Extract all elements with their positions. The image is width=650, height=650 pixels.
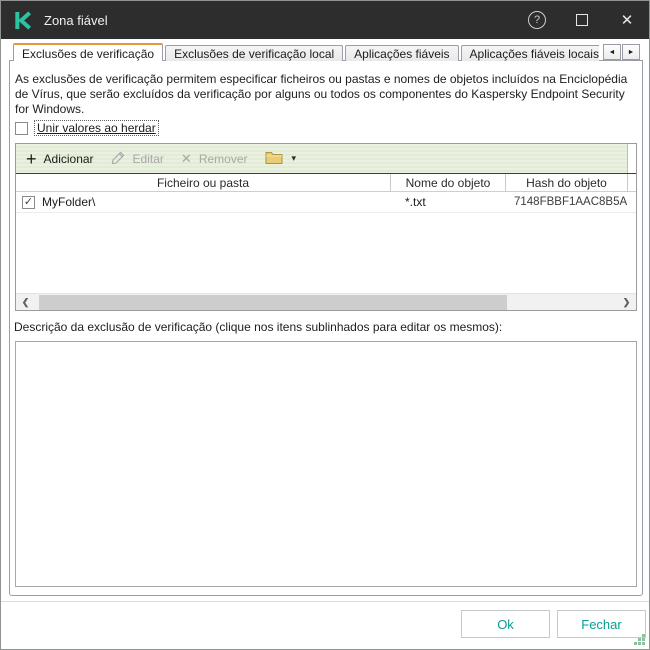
tab-exclusoes-de-verificacao[interactable]: Exclusões de verificação [13, 43, 163, 61]
inherit-values-row: Unir valores ao herdar [15, 120, 159, 136]
object-hash-cell: 7148FBBF1AAC8B5A... [506, 196, 628, 208]
plus-icon: + [26, 152, 37, 166]
chevron-right-icon: ❯ [623, 297, 631, 308]
chevron-left-icon: ◄ [609, 49, 616, 56]
tab-page: As exclusões de verificação permitem esp… [9, 60, 643, 596]
table-row[interactable]: ✓ MyFolder\ *.txt 7148FBBF1AAC8B5A... [16, 192, 636, 213]
table-header: Ficheiro ou pasta Nome do objeto Hash do… [16, 174, 636, 192]
column-header-object-hash[interactable]: Hash do objeto [506, 174, 628, 191]
close-button[interactable]: ✕ [605, 1, 649, 39]
titlebar: Zona fiável ? ✕ [1, 1, 649, 39]
add-button-label: Adicionar [44, 152, 94, 166]
tab-label: Exclusões de verificação [22, 47, 154, 61]
chevron-left-icon: ❮ [22, 297, 30, 308]
import-export-button[interactable]: ▾ [265, 150, 297, 167]
folder-icon [265, 150, 283, 167]
footer-separator [1, 601, 649, 602]
tab-scroll-right-button[interactable]: ► [622, 44, 640, 60]
file-path: MyFolder\ [42, 195, 95, 209]
resize-grip[interactable] [633, 633, 645, 645]
tab-scroll-buttons: ◄ ► [602, 44, 640, 60]
column-header-file[interactable]: Ficheiro ou pasta [16, 174, 391, 191]
zona-fiavel-dialog: Zona fiável ? ✕ Exclusões de verificação… [0, 0, 650, 650]
chevron-right-icon: ► [628, 49, 635, 56]
edit-button[interactable]: Editar [111, 150, 164, 168]
toolbar-gutter [627, 144, 636, 173]
tab-aplicacoes-fiaveis[interactable]: Aplicações fiáveis [345, 45, 458, 61]
column-header-filler [628, 174, 636, 191]
file-cell: ✓ MyFolder\ [16, 195, 391, 209]
close-icon: ✕ [621, 13, 634, 28]
tab-label: Aplicações fiáveis [354, 47, 449, 61]
scrollbar-thumb[interactable] [39, 295, 507, 310]
kaspersky-logo-icon [14, 11, 33, 30]
row-checkbox[interactable]: ✓ [22, 196, 35, 209]
x-icon: ✕ [181, 152, 192, 165]
tab-aplicacoes-fiaveis-locais[interactable]: Aplicações fiáveis locais [461, 45, 599, 61]
tab-exclusoes-de-verificacao-local[interactable]: Exclusões de verificação local [165, 45, 343, 61]
maximize-icon [576, 14, 588, 26]
table-empty-area [16, 213, 636, 293]
maximize-button[interactable] [560, 1, 604, 39]
chevron-down-icon: ▾ [292, 153, 297, 164]
exclusions-list-panel: + Adicionar Editar ✕ Remover [15, 143, 637, 311]
tab-label: Aplicações fiáveis locais [470, 47, 599, 61]
remove-button-label: Remover [199, 152, 248, 166]
pencil-icon [111, 150, 126, 168]
tab-strip: Exclusões de verificação Exclusões de ve… [13, 42, 599, 61]
column-header-object-name[interactable]: Nome do objeto [391, 174, 506, 191]
edit-button-label: Editar [133, 152, 164, 166]
horizontal-scrollbar[interactable]: ❮ ❯ [16, 293, 636, 310]
scroll-right-button[interactable]: ❯ [617, 294, 636, 310]
intro-text: As exclusões de verificação permitem esp… [15, 72, 637, 117]
tab-scroll-left-button[interactable]: ◄ [603, 44, 621, 60]
help-button[interactable]: ? [515, 1, 559, 39]
help-icon: ? [528, 11, 546, 29]
scrollbar-track[interactable] [35, 294, 617, 310]
tab-label: Exclusões de verificação local [174, 47, 334, 61]
scroll-left-button[interactable]: ❮ [16, 294, 35, 310]
object-name-cell: *.txt [391, 195, 506, 209]
inherit-values-checkbox[interactable] [15, 122, 28, 135]
window-title: Zona fiável [44, 13, 108, 28]
remove-button[interactable]: ✕ Remover [181, 152, 248, 166]
ok-button[interactable]: Ok [461, 610, 550, 638]
add-button[interactable]: + Adicionar [26, 152, 94, 166]
exclusions-toolbar: + Adicionar Editar ✕ Remover [16, 144, 636, 174]
description-box [15, 341, 637, 587]
inherit-values-label[interactable]: Unir valores ao herdar [34, 120, 159, 136]
description-label: Descrição da exclusão de verificação (cl… [14, 320, 502, 334]
